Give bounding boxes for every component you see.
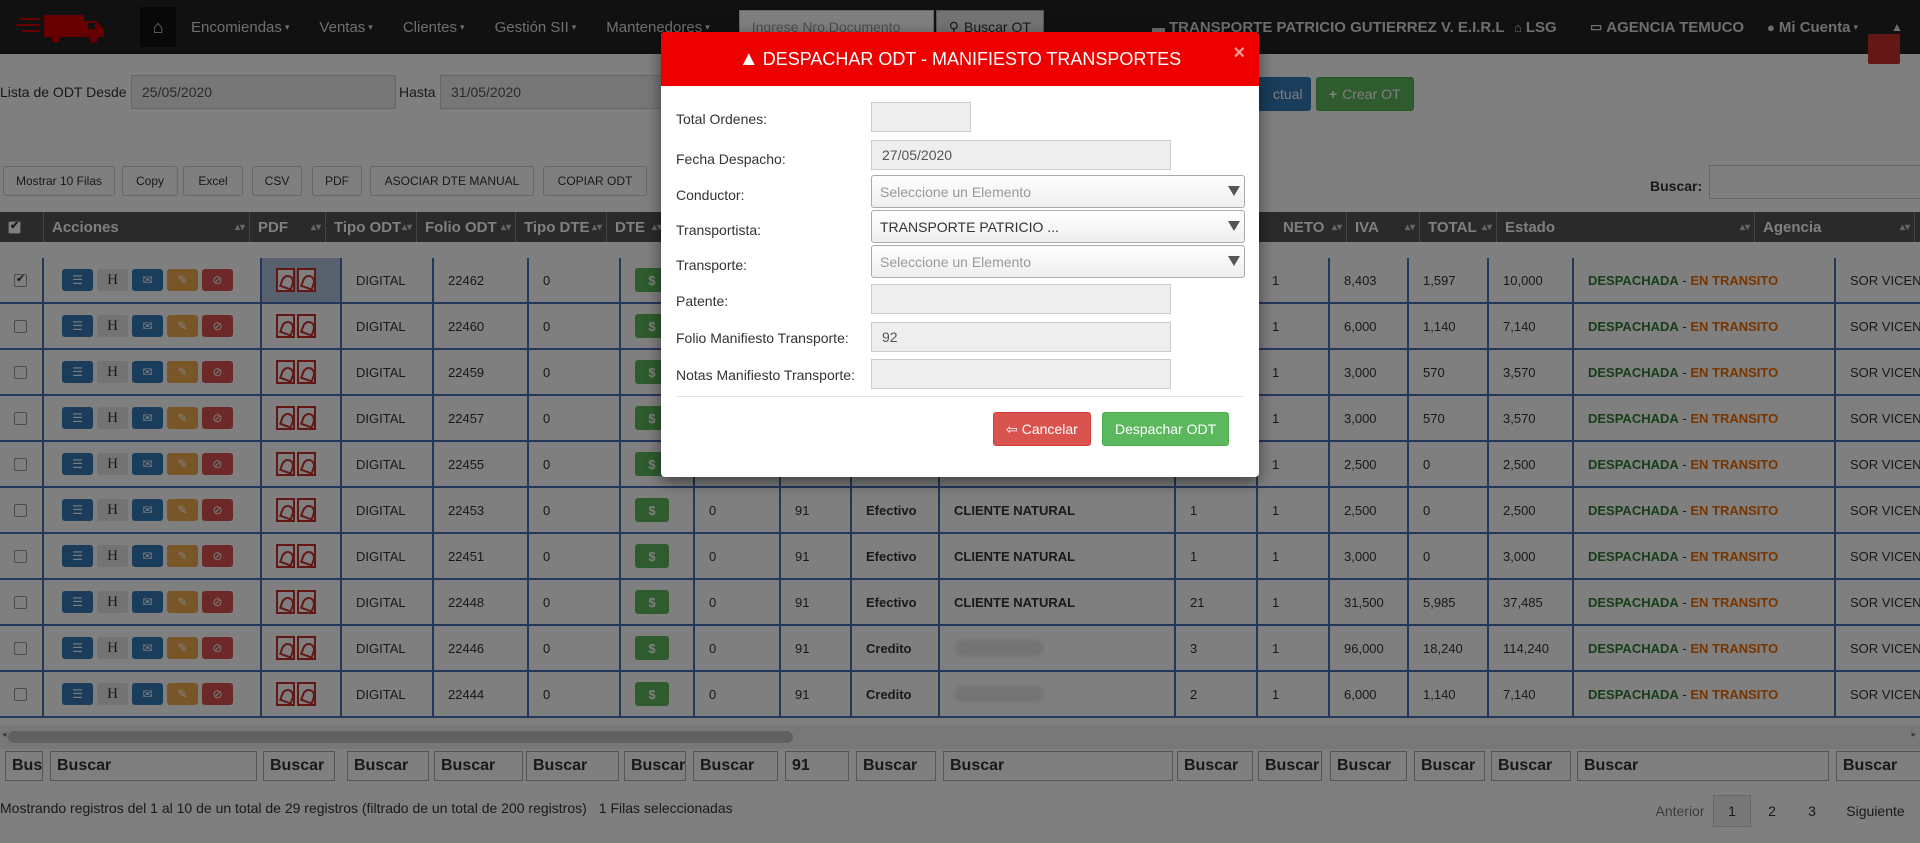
modal-divider [676,396,1244,397]
app-root: ⌂Encomiendas▾Ventas▾Clientes▾Gestión SII… [0,0,1920,843]
modal-title: DESPACHAR ODT - MANIFIESTO TRANSPORTES [762,48,1182,69]
notas-manifiesto-input[interactable] [871,359,1171,389]
chevron-down-icon [1228,186,1240,196]
patente-input[interactable] [871,284,1171,314]
conductor-label: Conductor: [676,187,745,203]
folio-manifiesto-input[interactable]: 92 [871,322,1171,352]
transportista-select-value: TRANSPORTE PATRICIO ... [880,218,1059,235]
chevron-down-icon [1228,221,1240,231]
road-icon: ▲ [738,47,759,70]
close-icon[interactable]: × [1233,42,1245,65]
chevron-down-icon [1228,256,1240,266]
modal-header: ▲ DESPACHAR ODT - MANIFIESTO TRANSPORTES × [661,32,1259,86]
total-ordenes-label: Total Ordenes: [676,111,768,127]
fecha-despacho-input[interactable]: 27/05/2020 [871,140,1171,170]
transportista-select[interactable]: TRANSPORTE PATRICIO ... [871,210,1245,243]
transporte-label: Transporte: [676,257,748,273]
total-ordenes-input[interactable] [871,102,971,132]
transporte-select-value: Seleccione un Elemento [880,253,1031,270]
fecha-despacho-label: Fecha Despacho: [676,151,786,167]
conductor-select[interactable]: Seleccione un Elemento [871,175,1245,208]
dispatch-modal: ▲ DESPACHAR ODT - MANIFIESTO TRANSPORTES ×… [661,32,1259,477]
cancel-button[interactable]: ⇦ Cancelar [993,412,1091,446]
transporte-select[interactable]: Seleccione un Elemento [871,245,1245,278]
sign-out-icon: ⇦ [1006,420,1018,437]
despachar-odt-button[interactable]: Despachar ODT [1102,412,1230,446]
notas-manifiesto-label: Notas Manifiesto Transporte: [676,367,855,383]
folio-manifiesto-label: Folio Manifiesto Transporte: [676,330,849,346]
patente-label: Patente: [676,293,729,309]
cancel-label: Cancelar [1021,421,1078,437]
transportista-label: Transportista: [676,222,762,238]
conductor-select-value: Seleccione un Elemento [880,183,1031,200]
